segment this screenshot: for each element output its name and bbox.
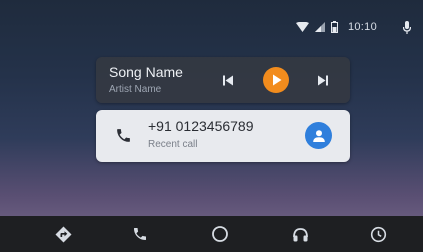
nav-phone[interactable] [120, 216, 160, 252]
battery-icon [330, 21, 338, 33]
play-button[interactable] [263, 67, 289, 93]
android-auto-screen: 10:10 Song Name Artist Name +91 01234567… [0, 0, 423, 252]
skip-previous-button[interactable] [220, 72, 236, 88]
skip-next-icon [318, 75, 328, 85]
nav-navigation[interactable] [43, 216, 83, 252]
recent-call-card[interactable]: +91 0123456789 Recent call [96, 110, 350, 162]
nav-audio[interactable] [280, 216, 320, 252]
signal-icon [314, 22, 325, 32]
person-icon [312, 129, 325, 142]
call-type: Recent call [148, 139, 198, 150]
nav-recents[interactable] [358, 216, 398, 252]
status-bar: 10:10 [295, 18, 411, 36]
skip-next-button[interactable] [315, 72, 331, 88]
navigation-icon [55, 226, 71, 242]
headphones-icon [292, 227, 308, 241]
phone-icon [115, 127, 132, 149]
microphone-icon[interactable] [403, 20, 411, 34]
song-title: Song Name [109, 64, 183, 80]
phone-icon [134, 228, 146, 240]
bottom-nav-bar [0, 216, 423, 252]
artist-name: Artist Name [109, 84, 162, 95]
nav-home[interactable] [200, 216, 240, 252]
contact-avatar[interactable] [305, 122, 332, 149]
media-card[interactable]: Song Name Artist Name [96, 57, 350, 103]
home-icon [212, 226, 228, 242]
recents-icon [370, 226, 386, 242]
skip-previous-icon [223, 75, 233, 85]
status-time: 10:10 [347, 21, 377, 33]
call-number: +91 0123456789 [148, 118, 254, 134]
play-icon [272, 74, 281, 86]
wifi-icon [295, 21, 309, 33]
